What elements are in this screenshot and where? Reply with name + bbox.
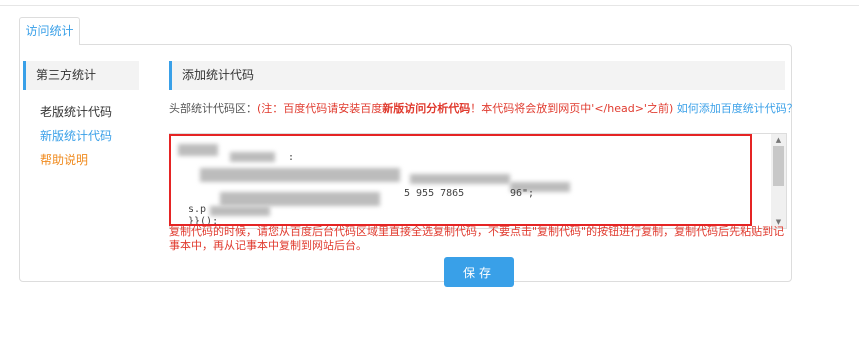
main-section: 添加统计代码 头部统计代码区：(注：百度代码请安装百度新版访问分析代码！本代码将… bbox=[169, 61, 798, 287]
scroll-thumb[interactable] bbox=[773, 146, 784, 186]
code-fragment: : bbox=[288, 152, 295, 163]
tab-visit-stats[interactable]: 访问统计 bbox=[19, 17, 80, 45]
copy-note: 复制代码的时候，请您从百度后台代码区域里直接全选复制代码，不要点击"复制代码"的… bbox=[169, 225, 785, 252]
sidebar-title: 第三方统计 bbox=[23, 61, 139, 90]
vertical-scrollbar[interactable]: ▲ ▼ bbox=[771, 134, 786, 228]
sidebar-item-help[interactable]: 帮助说明 bbox=[23, 148, 139, 172]
code-fragment: 96"; bbox=[510, 188, 535, 199]
code-area-hint: 头部统计代码区：(注：百度代码请安装百度新版访问分析代码！本代码将会放到网页中'… bbox=[169, 102, 798, 116]
code-area-label: 头部统计代码区： bbox=[169, 102, 257, 115]
code-fragment: 5 955 7865 bbox=[404, 188, 465, 199]
code-textarea[interactable]: : s.p 5 955 7865 96"; }}(); ▲ ▼ bbox=[169, 133, 787, 229]
save-button[interactable]: 保存 bbox=[444, 257, 514, 287]
warning-bold: 新版访问分析代码 bbox=[382, 102, 471, 115]
warning-suffix: ！本代码将会放到网页中'</head>'之前) bbox=[470, 102, 674, 115]
section-title: 添加统计代码 bbox=[169, 61, 785, 90]
sidebar-item-new-code[interactable]: 新版统计代码 bbox=[23, 124, 139, 148]
content-panel: 第三方统计 老版统计代码 新版统计代码 帮助说明 添加统计代码 头部统计代码区：… bbox=[19, 44, 798, 287]
code-area-warning: (注：百度代码请安装百度新版访问分析代码！本代码将会放到网页中'</head>'… bbox=[257, 102, 673, 115]
sidebar: 第三方统计 老版统计代码 新版统计代码 帮助说明 bbox=[23, 61, 139, 172]
scroll-up-icon[interactable]: ▲ bbox=[771, 134, 786, 146]
how-to-add-link[interactable]: 如何添加百度统计代码？ bbox=[677, 102, 798, 115]
top-divider bbox=[0, 5, 859, 6]
warning-prefix: (注：百度代码请安装百度 bbox=[257, 102, 383, 115]
sidebar-item-old-code[interactable]: 老版统计代码 bbox=[23, 100, 139, 124]
